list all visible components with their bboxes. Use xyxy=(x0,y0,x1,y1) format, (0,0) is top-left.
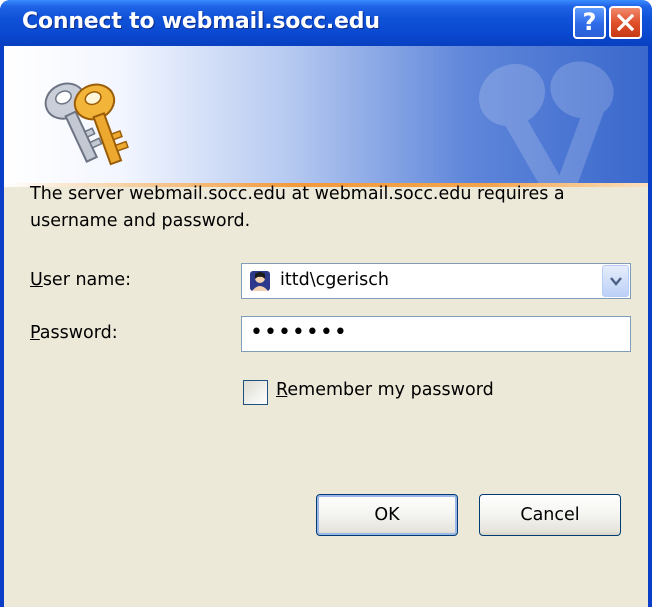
banner xyxy=(4,46,648,183)
password-field[interactable]: ••••••• xyxy=(241,316,631,352)
close-button[interactable] xyxy=(609,6,642,39)
keys-icon xyxy=(44,82,129,166)
password-label-mnemonic: P xyxy=(30,323,40,343)
help-button[interactable]: ? xyxy=(573,6,606,39)
remember-label-mnemonic: R xyxy=(276,380,288,400)
remember-password-checkbox[interactable] xyxy=(243,380,268,405)
server-message: The server webmail.socc.edu at webmail.s… xyxy=(30,184,565,231)
username-label-mnemonic: U xyxy=(30,270,43,290)
keys-watermark-icon xyxy=(478,61,614,183)
login-dialog: Connect to webmail.socc.edu ? The server… xyxy=(0,0,652,607)
title-bar[interactable]: Connect to webmail.socc.edu ? xyxy=(0,0,652,46)
username-label-text: ser name: xyxy=(42,270,131,290)
password-label: Password: xyxy=(30,323,118,343)
dialog-title: Connect to webmail.socc.edu xyxy=(22,9,380,34)
cancel-button[interactable]: Cancel xyxy=(479,494,621,536)
username-combobox[interactable]: ittd\cgerisch xyxy=(241,263,631,299)
username-label: User name: xyxy=(30,270,131,290)
remember-label-text: emember my password xyxy=(287,380,494,400)
password-value[interactable]: ••••••• xyxy=(250,320,348,345)
ok-button[interactable]: OK xyxy=(316,494,458,536)
chevron-down-icon xyxy=(610,277,622,286)
remember-password-label[interactable]: Remember my password xyxy=(276,380,494,400)
user-icon xyxy=(250,271,270,291)
close-icon xyxy=(617,14,634,31)
username-value[interactable]: ittd\cgerisch xyxy=(280,270,389,290)
password-label-text: assword: xyxy=(39,323,118,343)
username-dropdown-button[interactable] xyxy=(602,265,629,297)
